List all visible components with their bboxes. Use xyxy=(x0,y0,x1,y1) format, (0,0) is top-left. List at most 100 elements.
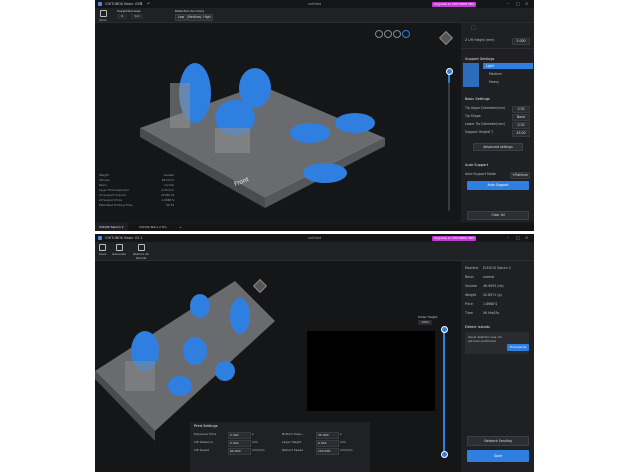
slider-top-label: Slider Height xyxy=(418,315,438,319)
basic-setting-row: Support Height(°) 45.00 xyxy=(465,129,530,137)
save-tool-button[interactable]: Save xyxy=(99,244,106,256)
print-setting-unit: s xyxy=(252,432,254,436)
find-islands-button[interactable]: Find Islands xyxy=(507,344,529,351)
print-setting-input[interactable]: 0.050 xyxy=(316,440,339,447)
bottom-app-window: CHITUBOX Basic V2.1 untitled Upgrade to … xyxy=(95,234,534,472)
auto-support-title: Auto Support xyxy=(465,163,489,167)
upgrade-button[interactable]: Upgrade to CHITUBOX PRO xyxy=(432,235,477,241)
supported-x-input[interactable]: 0 xyxy=(117,14,127,19)
print-setting-unit: s xyxy=(340,432,342,436)
preset-heavy[interactable]: Heavy xyxy=(483,79,499,85)
support-tab-icon[interactable]: ⬚ xyxy=(471,25,476,31)
title-bar: CHITUBOX Basic V2.1 ☰ ↶ untitled Upgrade… xyxy=(95,0,534,8)
restore-icon xyxy=(137,244,145,251)
restore-islands-button[interactable]: Restore All Islands xyxy=(131,244,151,260)
layer-slider-top-handle[interactable] xyxy=(441,326,448,333)
generate-icon xyxy=(115,244,123,251)
print-setting-input[interactable]: 60.000 xyxy=(228,448,251,455)
machine-info-key: Volume xyxy=(465,284,477,288)
print-setting-unit: mm xyxy=(340,440,346,444)
view-front-icon[interactable] xyxy=(375,30,383,38)
auto-support-mode-select[interactable]: +Platform xyxy=(509,171,530,179)
3d-viewport[interactable]: Front Weight Loaded Volume 39.23 ml Resin nor… xyxy=(95,23,461,222)
detection-high-button[interactable]: High xyxy=(201,14,213,21)
basic-setting-input[interactable]: 45.00 xyxy=(512,129,530,137)
view-iso-icon[interactable] xyxy=(402,30,410,38)
z-lift-input[interactable]: 5.000 xyxy=(512,37,530,45)
open-button[interactable]: Open xyxy=(99,10,107,22)
print-setting-unit: mm/min xyxy=(340,448,353,452)
stat-key: Volume xyxy=(99,178,110,182)
print-setting-field: Lift Distance 5.000 mm xyxy=(194,440,258,447)
printer-tabs: CUDOX Saturn 2 CUDOX Mars 2 Pro + xyxy=(95,223,534,231)
maximize-icon[interactable]: □ xyxy=(516,234,520,242)
print-setting-input[interactable]: 35.000 xyxy=(316,432,339,439)
print-setting-label: Lift Speed xyxy=(194,448,210,452)
detection-low-button[interactable]: Low xyxy=(175,14,187,21)
slider-top-input[interactable]: 1084 xyxy=(418,320,432,325)
supported-area-label: Supported Area xyxy=(117,9,141,13)
print-setting-input[interactable]: 2.300 xyxy=(228,432,251,439)
support-settings-title: Support Settings xyxy=(465,57,495,61)
model-stats: Weight Loaded Volume 39.23 ml Resin normal Lay… xyxy=(99,173,174,208)
print-setting-unit: mm xyxy=(252,440,258,444)
basic-setting-label: Lower Tip Diameter(mm) xyxy=(465,122,505,126)
print-settings-title: Print Settings xyxy=(194,424,218,428)
z-lift-row: Z Lift Height (mm) 5.000 xyxy=(465,37,530,45)
minimize-icon[interactable]: – xyxy=(507,0,509,8)
detect-islands-title: Detect islands xyxy=(465,325,490,329)
advanced-settings-button[interactable]: Advanced settings xyxy=(473,143,523,151)
close-icon[interactable]: × xyxy=(525,234,528,242)
stat-key: Estimated Printing Time xyxy=(99,203,133,207)
stat-key: All Support Volume xyxy=(99,193,126,197)
detect-islands-text: Island detection has not yet been perfor… xyxy=(468,335,502,343)
save-button[interactable]: Save xyxy=(467,450,529,462)
generate-button[interactable]: Generate xyxy=(112,244,126,256)
add-tab-icon[interactable]: + xyxy=(179,223,182,231)
machine-info-key: Price xyxy=(465,302,473,306)
machine-info-row: Resin normal xyxy=(465,274,530,280)
supported-y-input[interactable]: 0.0 xyxy=(131,14,143,19)
print-setting-field: Bottom Expo... 35.000 s xyxy=(282,432,342,439)
save-icon xyxy=(99,244,107,251)
basic-setting-input[interactable]: None xyxy=(512,113,530,121)
clear-all-button[interactable]: Clear All xyxy=(467,211,529,220)
print-setting-field: Lift Speed 60.000 mm/min xyxy=(194,448,265,455)
folder-icon xyxy=(99,10,107,17)
save-tool-label: Save xyxy=(99,252,107,256)
stat-key: Layer Thickness(mm) xyxy=(99,188,130,192)
layer-slider-track[interactable] xyxy=(448,71,450,211)
detection-medium-button[interactable]: Medium xyxy=(187,14,201,21)
print-setting-field: Layer Height 0.050 mm xyxy=(282,440,346,447)
machine-info-row: Machine ELEGOO Saturn 2 xyxy=(465,265,530,271)
upgrade-button[interactable]: Upgrade to CHITUBOX PRO xyxy=(432,1,477,7)
auto-support-button[interactable]: Auto Support xyxy=(467,181,529,190)
close-icon[interactable]: × xyxy=(525,0,528,8)
layer-slider-handle[interactable] xyxy=(446,68,453,75)
detect-islands-box: Island detection has not yet been perfor… xyxy=(465,332,529,354)
print-setting-input[interactable]: 5.000 xyxy=(228,440,251,447)
machine-info-value: ELEGOO Saturn 2 xyxy=(483,266,511,270)
basic-setting-input[interactable]: 0.30 xyxy=(512,121,530,129)
preset-light[interactable]: Light xyxy=(483,63,533,69)
basic-setting-input[interactable]: 0.30 xyxy=(512,105,530,113)
layer-slider-bottom-handle[interactable] xyxy=(441,451,448,458)
top-app-window: CHITUBOX Basic V2.1 ☰ ↶ untitled Upgrade… xyxy=(95,0,534,231)
basic-setting-label: Support Height(°) xyxy=(465,130,494,134)
maximize-icon[interactable]: □ xyxy=(516,0,520,8)
layer-slider[interactable] xyxy=(443,329,445,453)
3d-viewport[interactable]: Slider Height 1084 Print Settings Exposu… xyxy=(95,261,461,472)
view-side-icon[interactable] xyxy=(384,30,392,38)
machine-info-key: Machine xyxy=(465,266,479,270)
view-top-icon[interactable] xyxy=(393,30,401,38)
minimize-icon[interactable]: – xyxy=(507,234,509,242)
tab-printer-2[interactable]: CUDOX Mars 2 Pro xyxy=(135,223,171,231)
stat-key: Weight xyxy=(99,173,109,177)
print-setting-input[interactable]: 150.000 xyxy=(316,448,339,455)
preset-medium[interactable]: Medium xyxy=(483,71,502,77)
network-sending-button[interactable]: Network Sending xyxy=(467,436,529,446)
tab-printer-1[interactable]: CUDOX Saturn 2 xyxy=(95,223,128,231)
print-setting-field: Retract Speed 150.000 mm/min xyxy=(282,448,353,455)
machine-info-row: Weight 52.8971 (g) xyxy=(465,292,530,298)
print-setting-unit: mm/min xyxy=(252,448,265,452)
